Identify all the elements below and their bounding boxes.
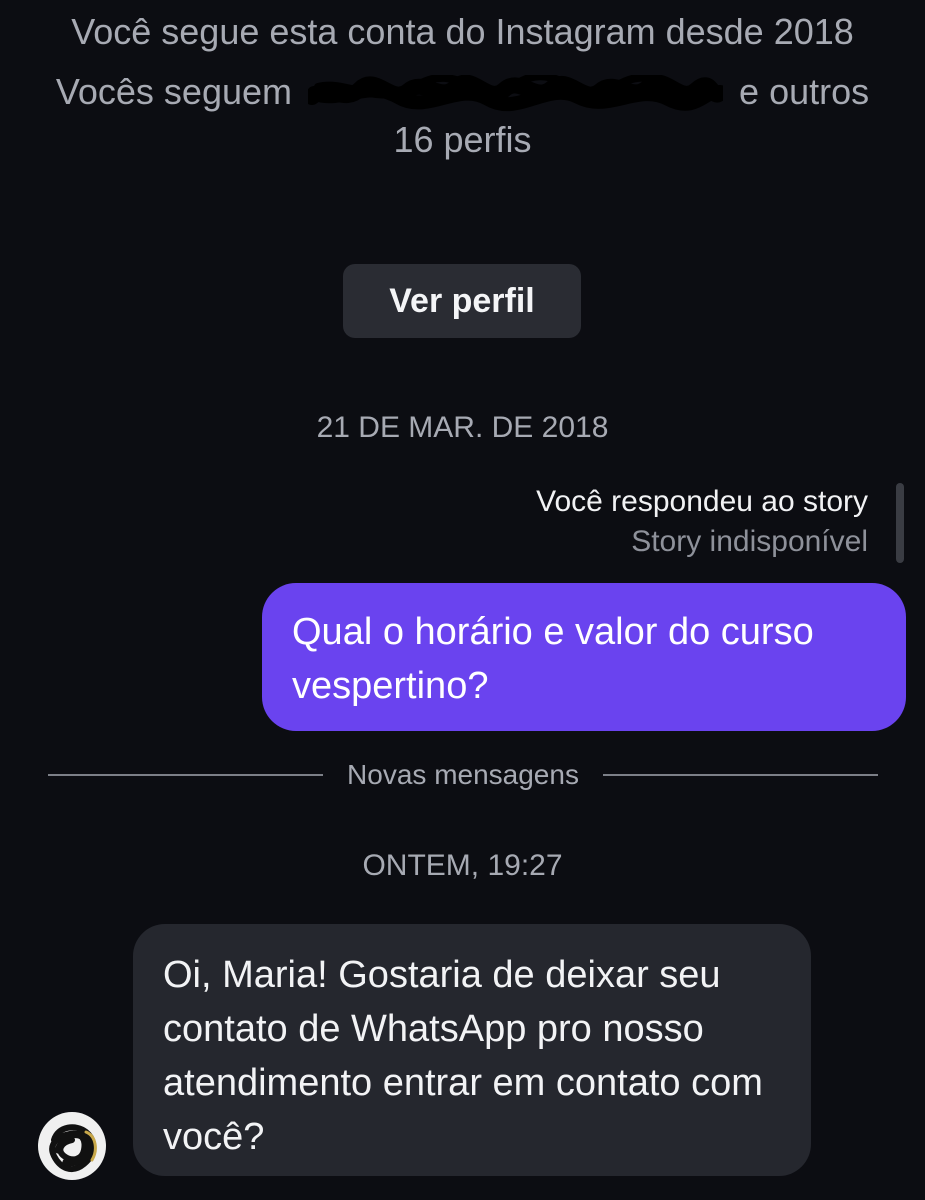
mutual-followers-text: Vocês seguem e outros — [0, 68, 925, 116]
date-stamp-recent: ONTEM, 19:27 — [362, 849, 563, 882]
story-reply-title: Você respondeu ao story — [536, 485, 868, 518]
sent-message-bubble[interactable]: Qual o horário e valor do curso vesperti… — [262, 583, 906, 731]
new-messages-divider: Novas mensagens — [48, 755, 878, 795]
divider-label: Novas mensagens — [347, 759, 579, 790]
view-profile-button[interactable]: Ver perfil — [343, 264, 581, 338]
mutual-prefix: Vocês seguem — [55, 71, 293, 112]
follow-since-text: Você segue esta conta do Instagram desde… — [71, 11, 854, 52]
date-stamp: 21 DE MAR. DE 2018 — [316, 411, 609, 444]
scrollbar[interactable] — [896, 483, 904, 563]
mutual-count: 16 perfis — [393, 119, 532, 160]
divider-line-right — [602, 774, 878, 776]
profile-info: Você segue esta conta do Instagram desde… — [0, 8, 925, 164]
story-status: Story indisponível — [631, 525, 868, 558]
received-message-bubble[interactable]: Oi, Maria! Gostaria de deixar seu contat… — [133, 924, 811, 1176]
sender-avatar-icon[interactable] — [36, 1110, 108, 1182]
divider-line-left — [48, 774, 324, 776]
redaction-scribble — [308, 75, 724, 112]
mutual-suffix: e outros — [739, 71, 870, 112]
story-reply-notice: Você respondeu ao story Story indisponív… — [536, 482, 868, 562]
